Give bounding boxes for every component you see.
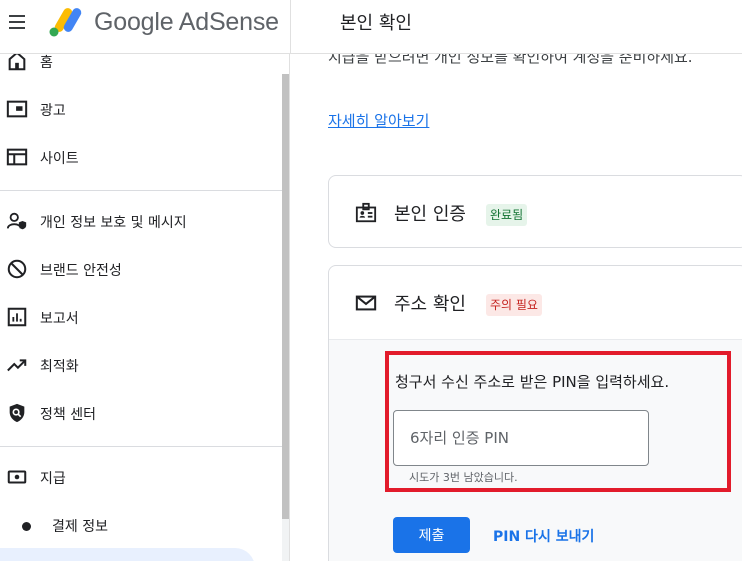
attempts-hint: 시도가 3번 남았습니다. bbox=[409, 471, 518, 484]
identity-card-header[interactable]: 본인 인증 완료됨 bbox=[329, 176, 742, 249]
ads-icon bbox=[6, 100, 28, 118]
sidebar-item-active[interactable] bbox=[0, 548, 255, 561]
privacy-icon bbox=[6, 212, 27, 230]
sidebar-divider bbox=[0, 446, 282, 447]
sidebar-item-label: 지급 bbox=[40, 471, 66, 487]
sidebar-item-privacy[interactable]: 개인 정보 보호 및 메시지 bbox=[0, 202, 282, 242]
id-card-icon bbox=[355, 202, 377, 223]
sidebar-item-label: 개인 정보 보호 및 메시지 bbox=[40, 215, 187, 231]
main-content: 지급을 받으려면 개인 정보를 확인하여 계정을 준비하세요. 자세히 알아보기… bbox=[291, 54, 742, 561]
sidebar-scrollbar[interactable] bbox=[282, 74, 289, 561]
sidebar-item-label: 결제 정보 bbox=[52, 519, 108, 535]
home-icon bbox=[8, 54, 26, 71]
brand-name: Google AdSense bbox=[94, 8, 279, 36]
scrollbar-thumb[interactable] bbox=[282, 74, 289, 519]
payments-icon bbox=[7, 470, 27, 484]
pin-instruction: 청구서 수신 주소로 받은 PIN을 입력하세요. bbox=[395, 373, 670, 391]
identity-card-title: 본인 인증 bbox=[394, 204, 466, 225]
page-title: 본인 확인 bbox=[340, 13, 412, 34]
sidebar-item-policy-center[interactable]: 정책 센터 bbox=[0, 394, 282, 434]
sidebar-item-label: 최적화 bbox=[40, 359, 79, 375]
sidebar-item-label: 광고 bbox=[40, 103, 66, 119]
sites-icon bbox=[6, 148, 28, 166]
sidebar-item-payment-info[interactable]: 결제 정보 bbox=[0, 506, 282, 546]
status-badge-attention: 주의 필요 bbox=[486, 294, 542, 316]
address-card-header[interactable]: 주소 확인 주의 필요 bbox=[329, 266, 742, 339]
learn-more-link[interactable]: 자세히 알아보기 bbox=[328, 110, 429, 131]
mail-icon bbox=[355, 295, 377, 311]
trending-icon bbox=[7, 359, 27, 372]
sidebar-item-optimization[interactable]: 최적화 bbox=[0, 346, 282, 386]
dot-icon bbox=[22, 522, 31, 531]
header-divider bbox=[290, 0, 291, 54]
hamburger-menu-icon[interactable] bbox=[6, 11, 28, 33]
status-badge-complete: 완료됨 bbox=[486, 204, 528, 226]
sidebar-item-sites[interactable]: 사이트 bbox=[0, 138, 282, 178]
sidebar-item-label: 정책 센터 bbox=[40, 407, 96, 423]
intro-text: 지급을 받으려면 개인 정보를 확인하여 계정을 준비하세요. bbox=[328, 54, 693, 66]
sidebar-nav: 홈 광고 사이트 개인 정보 보호 및 메시지 브랜드 안전성 보고서 최적화 … bbox=[0, 54, 290, 561]
sidebar-item-label: 브랜드 안전성 bbox=[40, 263, 122, 279]
block-icon bbox=[7, 259, 27, 279]
policy-icon bbox=[9, 403, 25, 423]
identity-verification-card: 본인 인증 완료됨 bbox=[328, 175, 742, 248]
sidebar-item-label: 보고서 bbox=[40, 311, 79, 327]
sidebar-item-payments[interactable]: 지급 bbox=[0, 458, 282, 498]
sidebar-item-label: 사이트 bbox=[40, 151, 79, 167]
pin-input[interactable] bbox=[393, 410, 649, 466]
address-card-title: 주소 확인 bbox=[394, 294, 466, 315]
sidebar-divider bbox=[0, 190, 282, 191]
reports-icon bbox=[7, 307, 27, 327]
top-app-bar: Google AdSense 본인 확인 bbox=[0, 0, 742, 54]
sidebar-item-reports[interactable]: 보고서 bbox=[0, 298, 282, 338]
adsense-logo-icon bbox=[49, 8, 82, 37]
submit-button[interactable]: 제출 bbox=[393, 517, 470, 553]
sidebar-item-home[interactable]: 홈 bbox=[0, 54, 282, 82]
sidebar-item-ads[interactable]: 광고 bbox=[0, 90, 282, 130]
sidebar-item-brand-safety[interactable]: 브랜드 안전성 bbox=[0, 250, 282, 290]
sidebar-item-label: 홈 bbox=[40, 55, 53, 71]
resend-pin-link[interactable]: PIN 다시 보내기 bbox=[493, 526, 594, 546]
